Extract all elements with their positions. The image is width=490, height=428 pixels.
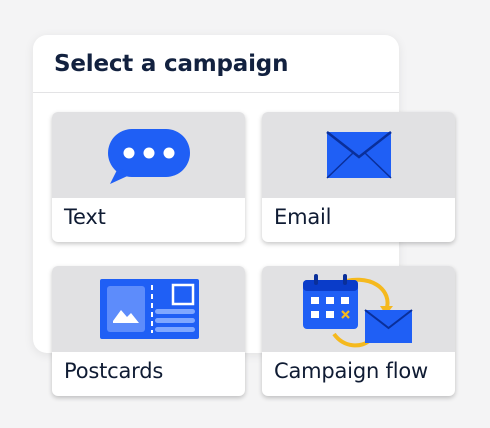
card-media	[52, 266, 245, 352]
campaign-card-email[interactable]: Email	[262, 112, 455, 242]
card-media	[262, 266, 455, 352]
envelope-icon	[326, 131, 392, 179]
chat-bubble-icon	[108, 129, 190, 184]
campaign-card-campaign-flow[interactable]: Campaign flow	[262, 266, 455, 396]
campaign-card-label: Text	[64, 205, 106, 229]
campaign-card-text[interactable]: Text	[52, 112, 245, 242]
panel-divider	[33, 92, 399, 93]
panel-title: Select a campaign	[54, 51, 289, 77]
card-media	[262, 112, 455, 198]
postcard-icon	[100, 279, 199, 339]
campaign-card-postcards[interactable]: Postcards	[52, 266, 245, 396]
campaign-card-label: Email	[274, 205, 332, 229]
campaign-card-label: Campaign flow	[274, 359, 428, 383]
campaign-flow-icon	[303, 274, 413, 348]
card-media	[52, 112, 245, 198]
campaign-card-label: Postcards	[64, 359, 164, 383]
